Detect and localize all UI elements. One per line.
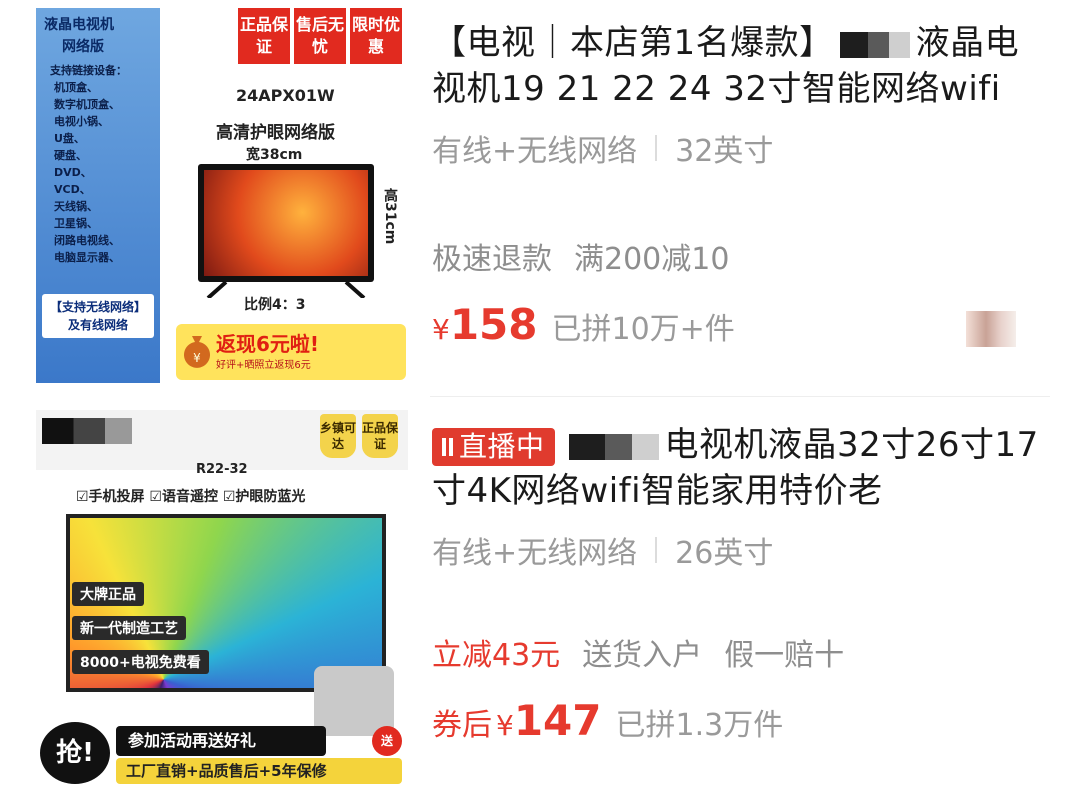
cashback-banner: ¥ 返现6元啦! 好评+晒照立返现6元 [176,324,406,380]
price-row: ¥ 158 已拼10万+件 [432,300,1050,349]
product-card[interactable]: 液晶电视机 网络版 支持链接设备： 机顶盒、 数字机顶盒、 电视小锅、 U盘、 … [0,0,1080,395]
feature-pill: 大牌正品 [72,582,144,606]
promo-tag: 满200减10 [574,242,730,277]
spec-network: 有线+无线网络 [432,134,638,169]
badge: 限时优惠 [350,8,402,64]
spec-network: 有线+无线网络 [432,536,638,571]
thumbnail-brand-sub: 网络版 [62,39,104,55]
device-item: 数字机顶盒、 [54,98,120,111]
currency-symbol: ¥ [432,313,450,346]
currency-symbol: ¥ [496,709,514,742]
device-item: 天线锅、 [54,200,98,213]
model-subtitle: 高清护眼网络版 [216,123,335,143]
card-divider [430,396,1050,397]
badge: 乡镇可达 [320,414,356,458]
promo-tag: 立减43元 [432,638,561,673]
blurred-brand [568,433,659,460]
spec-size: 26英寸 [675,536,774,571]
promo-tags: 极速退款 满200减10 [432,234,1050,278]
product-specs: 有线+无线网络 26英寸 [432,528,1050,572]
guarantee-badges: 乡镇可达 正品保证 [320,414,398,458]
device-item: VCD、 [54,183,91,196]
product-thumbnail[interactable]: 乡镇可达 正品保证 R22-32 ☑手机投屏 ☑语音遥控 ☑护眼防蓝光 大牌正品… [36,410,408,788]
device-item: 机顶盒、 [54,81,98,94]
device-item: 电脑显示器、 [54,251,120,264]
activity-banner: 参加活动再送好礼 [116,726,326,756]
seller-avatar[interactable] [966,311,1016,347]
feature-list: ☑手机投屏 ☑语音遥控 ☑护眼防蓝光 [76,489,306,505]
price-row: 券后 ¥ 147 已拼1.3万件 [432,696,1050,745]
service-banner: 工厂直销+品质售后+5年保修 [116,758,402,784]
promo-tag: 假一赔十 [724,638,845,673]
product-card[interactable]: 乡镇可达 正品保证 R22-32 ☑手机投屏 ☑语音遥控 ☑护眼防蓝光 大牌正品… [0,400,1080,788]
feature-pill: 新一代制造工艺 [72,616,186,640]
width-label: 宽38cm [246,147,303,163]
sold-count: 已拼10万+件 [551,312,735,347]
device-item: 闭路电视线、 [54,234,120,247]
thumbnail-brand: 液晶电视机 [44,17,114,33]
money-bag-icon: ¥ [184,336,210,368]
grab-badge: 抢! [40,722,110,784]
gift-badge: 送 [372,726,402,756]
price: 147 [513,696,602,745]
badge: 正品保证 [362,414,398,458]
wireless-label: 【支持无线网络】 [49,300,146,314]
spec-divider [655,135,658,161]
feature-pill: 8000+电视免费看 [72,650,209,674]
title-prefix: 【电视｜本店第1名爆款】 [432,23,834,63]
spec-divider [655,537,658,563]
thumbnail-device-panel: 液晶电视机 网络版 支持链接设备： 机顶盒、 数字机顶盒、 电视小锅、 U盘、 … [36,8,160,383]
model-number: R22-32 [196,462,248,477]
badge: 正品保证 [238,8,290,64]
cashback-subtitle: 好评+晒照立返现6元 [216,360,311,371]
sold-count: 已拼1.3万件 [615,708,784,743]
blurred-logo [42,418,132,444]
gift-pillow-image [314,666,394,736]
badge: 售后无忧 [294,8,346,64]
cashback-title: 返现6元啦! [216,332,320,356]
live-label: 直播中 [459,429,545,463]
product-title[interactable]: 直播中 电视机液晶32寸26寸17寸4K网络wifi智能家用特价老 [432,422,1050,514]
support-title: 支持链接设备： [50,64,127,77]
device-item: 电视小锅、 [54,115,109,128]
product-specs: 有线+无线网络 32英寸 [432,126,1050,170]
wired-label: 及有线网络 [67,318,128,332]
product-info: 直播中 电视机液晶32寸26寸17寸4K网络wifi智能家用特价老 有线+无线网络… [432,422,1050,745]
tv-image [198,164,374,282]
product-info: 【电视｜本店第1名爆款】 液晶电视机19 21 22 24 32寸智能网络wifi… [432,20,1050,349]
spec-size: 32英寸 [675,134,774,169]
guarantee-badges: 正品保证 售后无忧 限时优惠 [238,8,402,64]
network-support-box: 【支持无线网络】 及有线网络 [42,294,154,338]
promo-tags: 立减43元 送货入户 假一赔十 [432,630,1050,674]
price-prefix: 券后 [432,708,492,743]
live-badge[interactable]: 直播中 [432,427,555,466]
product-thumbnail[interactable]: 液晶电视机 网络版 支持链接设备： 机顶盒、 数字机顶盒、 电视小锅、 U盘、 … [36,8,408,383]
live-bars-icon [442,437,453,456]
blurred-brand [839,31,910,58]
svg-text:¥: ¥ [193,351,201,365]
price: 158 [449,300,538,349]
promo-tag: 送货入户 [582,638,703,673]
device-item: 卫星锅、 [54,217,98,230]
device-item: U盘、 [54,132,85,145]
device-item: DVD、 [54,166,92,179]
promo-tag: 极速退款 [432,242,552,277]
model-number: 24APX01W [236,86,335,105]
product-title[interactable]: 【电视｜本店第1名爆款】 液晶电视机19 21 22 24 32寸智能网络wifi [432,20,1050,112]
height-label: 高31cm [382,188,398,245]
ratio-label: 比例4：3 [244,297,306,313]
device-item: 硬盘、 [54,149,87,162]
